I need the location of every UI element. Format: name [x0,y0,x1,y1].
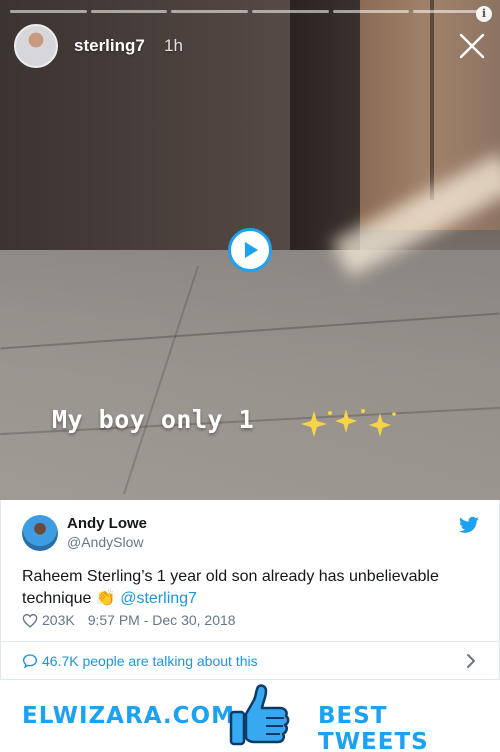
story-time: 1h [164,36,183,55]
speech-bubble-icon [22,653,38,668]
background-panel-line [430,0,434,200]
chevron-right-icon[interactable] [466,653,476,669]
story-avatar[interactable] [14,24,58,68]
footer-banner: ELWIZARA.COM BEST TWEETS [0,680,500,752]
progress-segment [332,10,410,13]
author-name[interactable]: Andy Lowe [67,515,147,532]
info-icon[interactable]: i [476,6,492,22]
story-username[interactable]: sterling7 [74,36,145,56]
play-button[interactable] [228,228,272,272]
twitter-bird-icon[interactable] [459,516,479,534]
conversation-link[interactable]: 46.7K people are talking about this [0,641,500,679]
tweet-body: Raheem Sterling’s 1 year old son already… [22,568,439,607]
progress-segment [252,10,329,13]
sparkles-icon [301,409,396,437]
tweet-meta: 203K 9:57 PM - Dec 30, 2018 [22,612,236,628]
tweet-timestamp[interactable]: 9:57 PM - Dec 30, 2018 [88,612,236,628]
heart-icon[interactable] [22,613,38,628]
progress-segment [171,10,249,13]
close-icon[interactable] [458,32,486,60]
clap-emoji: 👏 [95,590,116,607]
tweet-text: Raheem Sterling’s 1 year old son already… [22,566,472,610]
progress-segment [90,10,168,13]
like-count[interactable]: 203K [42,612,75,628]
play-icon [245,242,258,258]
story-caption: My boy only 1 [52,405,255,434]
author-handle[interactable]: @AndySlow [67,534,143,550]
thumbs-up-icon [229,684,290,746]
talking-text[interactable]: 46.7K people are talking about this [42,653,258,669]
background-floor [0,250,500,500]
story-video[interactable]: sterling7 1h i My boy only 1 [0,0,500,500]
mention-link[interactable]: @sterling7 [120,590,197,607]
author-avatar[interactable] [22,515,58,551]
best-tweets-label: BEST TWEETS [318,703,429,752]
progress-segment [10,10,87,13]
story-progress-bar [10,10,491,13]
background-door [290,0,360,250]
site-brand[interactable]: ELWIZARA.COM [22,703,235,729]
